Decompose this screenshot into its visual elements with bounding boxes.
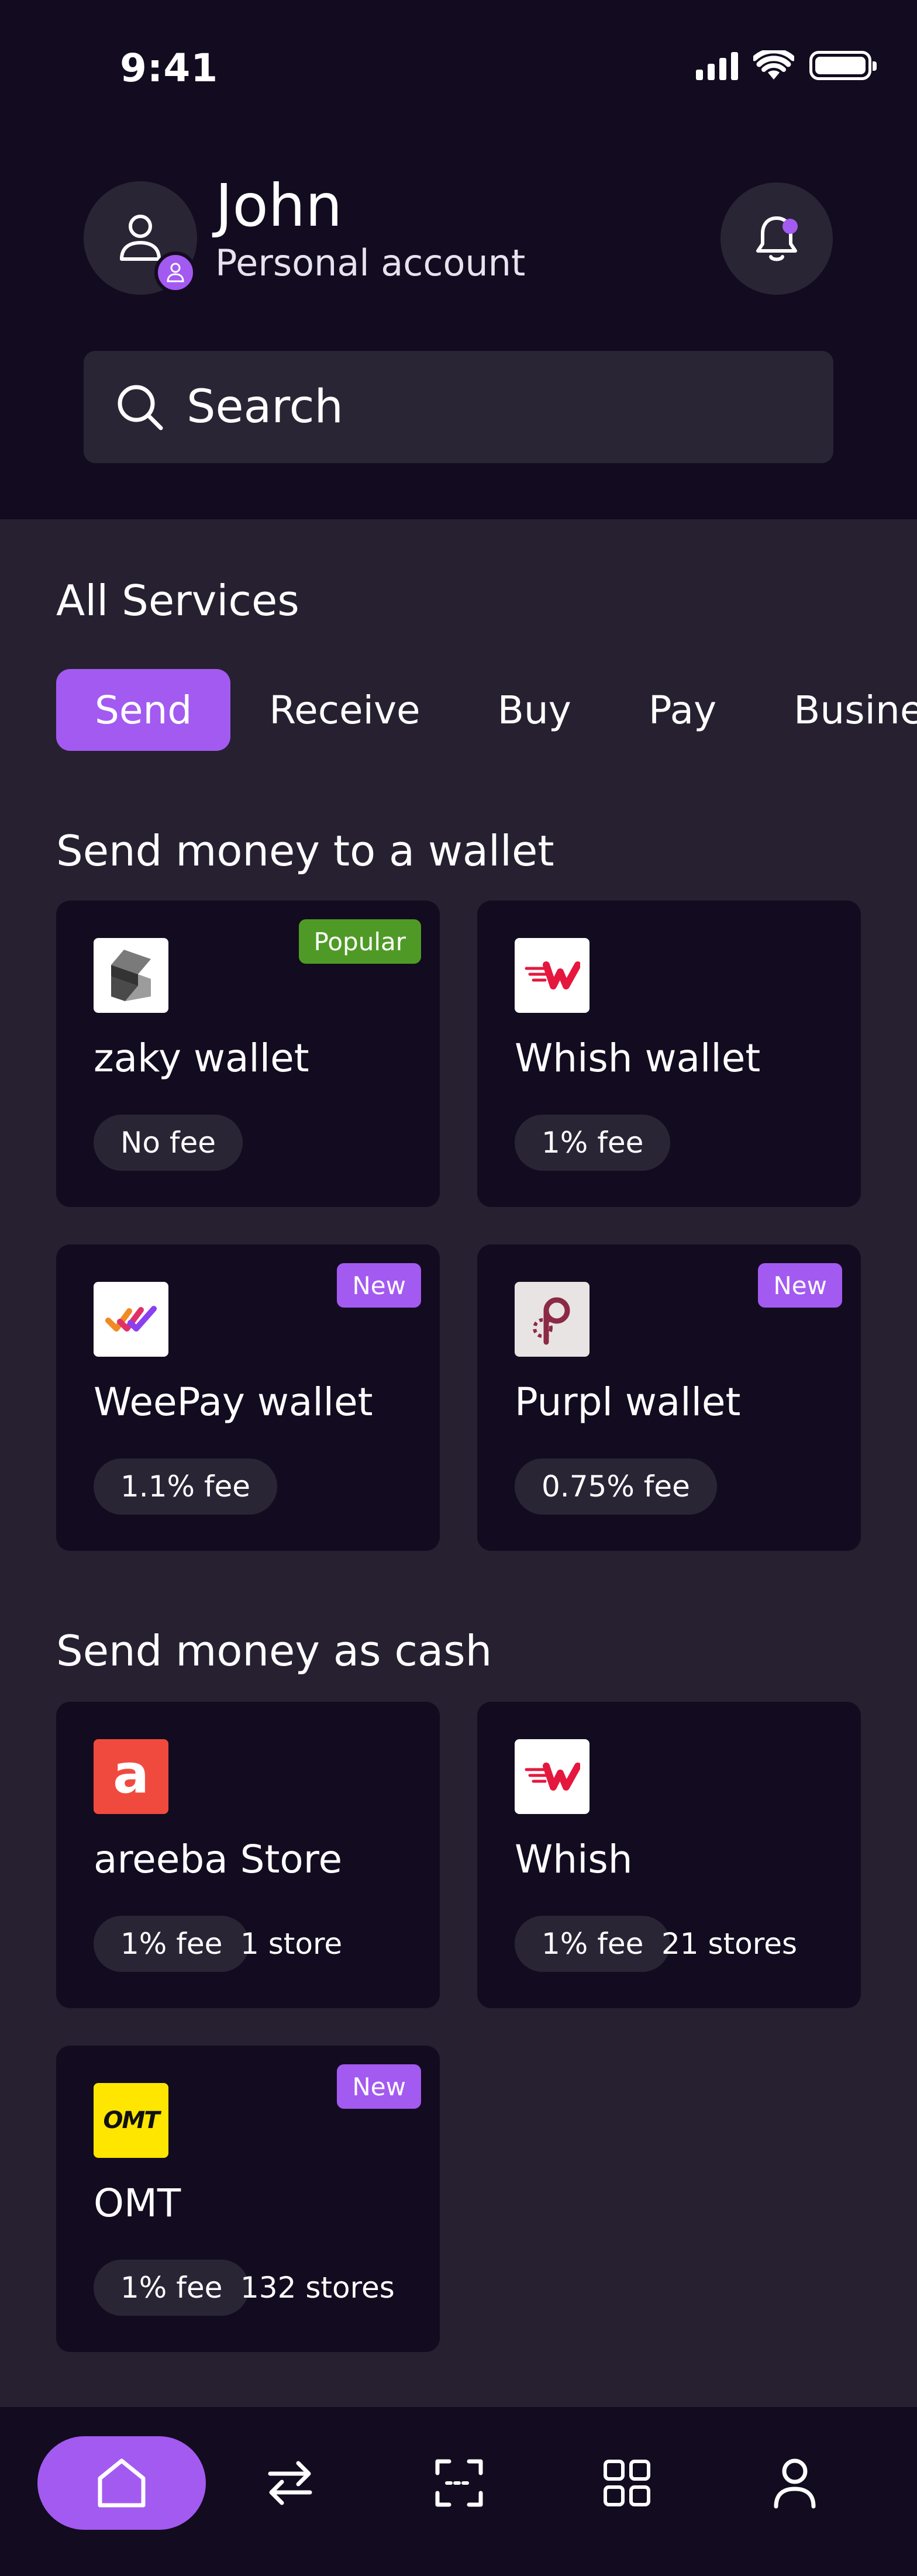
zaky-logo-icon [94,938,168,1013]
fee-pill: 1% fee [94,2260,250,2316]
nav-profile[interactable] [757,2436,833,2530]
search-icon [118,385,163,430]
new-badge: New [758,1263,842,1308]
tab-buy[interactable]: Buy [459,669,610,751]
whish-logo-icon [515,1739,590,1814]
nav-home[interactable] [37,2436,206,2530]
transfer-icon [268,2461,312,2505]
notifications-button[interactable] [720,182,833,295]
cash-section-title: Send money as cash [56,1626,492,1675]
omt-logo-text: OMT [103,2107,160,2134]
account-type-badge-icon [154,251,196,294]
wallet-card-whish[interactable]: Whish wallet 1% fee [477,901,861,1207]
services-grid-icon [604,2460,650,2506]
user-icon [120,215,161,261]
purpl-logo-icon [515,1282,590,1357]
status-icons [696,50,877,81]
header-area: 9:41 John Personal account Search [0,0,917,519]
tab-receive[interactable]: Receive [230,669,458,751]
profile-icon [774,2458,816,2509]
fee-pill: No fee [94,1115,243,1171]
fee-pill: 0.75% fee [515,1458,717,1515]
store-count: 1 store [240,1927,343,1961]
search-placeholder: Search [187,381,343,433]
home-icon [98,2458,146,2508]
nav-services[interactable] [589,2436,665,2530]
areeba-logo-icon: a [94,1739,168,1814]
fee-pill: 1% fee [515,1916,671,1972]
weepay-logo-icon [94,1282,168,1357]
battery-icon [809,51,877,80]
tab-business[interactable]: Business [755,669,917,751]
search-input[interactable]: Search [84,351,833,463]
cash-card-omt[interactable]: OMT New OMT 1% fee 132 stores [56,2046,440,2352]
popular-badge: Popular [298,919,421,964]
card-title: areeba Store [94,1837,343,1882]
store-count: 21 stores [661,1927,798,1961]
wallet-card-zaky[interactable]: Popular zaky wallet No fee [56,901,440,1207]
card-title: Whish [515,1837,633,1882]
app-screen: 9:41 John Personal account Search All Se… [0,0,917,2576]
fee-pill: 1.1% fee [94,1458,278,1515]
new-badge: New [337,1263,421,1308]
cash-card-areeba[interactable]: a areeba Store 1% fee 1 store [56,1702,440,2008]
notification-dot [782,219,798,234]
user-name: John [215,171,343,240]
cash-card-whish[interactable]: Whish 1% fee 21 stores [477,1702,861,2008]
status-time: 9:41 [120,46,219,91]
card-title: Purpl wallet [515,1380,741,1425]
service-tabs: Send Receive Buy Pay Business [56,669,917,751]
card-title: Whish wallet [515,1036,761,1081]
tab-send[interactable]: Send [56,669,231,751]
fee-pill: 1% fee [94,1916,250,1972]
nav-scan[interactable] [421,2436,497,2530]
store-count: 132 stores [240,2271,395,2305]
bottom-navigation [0,2407,917,2576]
card-title: OMT [94,2181,181,2226]
nav-transfer[interactable] [252,2436,328,2530]
tab-pay[interactable]: Pay [610,669,755,751]
all-services-title: All Services [56,576,299,625]
cellular-signal-icon [696,51,738,80]
wallet-card-weepay[interactable]: New WeePay wallet 1.1% fee [56,1244,440,1551]
whish-logo-icon [515,938,590,1013]
omt-logo-icon: OMT [94,2083,168,2158]
wallet-section-title: Send money to a wallet [56,826,554,875]
wifi-icon [753,50,794,80]
areeba-logo-text: a [112,1743,150,1805]
fee-pill: 1% fee [515,1115,671,1171]
card-title: zaky wallet [94,1036,309,1081]
scan-icon [435,2459,483,2507]
wallet-card-purpl[interactable]: New Purpl wallet 0.75% fee [477,1244,861,1551]
account-type: Personal account [215,242,526,284]
new-badge: New [337,2064,421,2109]
card-title: WeePay wallet [94,1380,373,1425]
